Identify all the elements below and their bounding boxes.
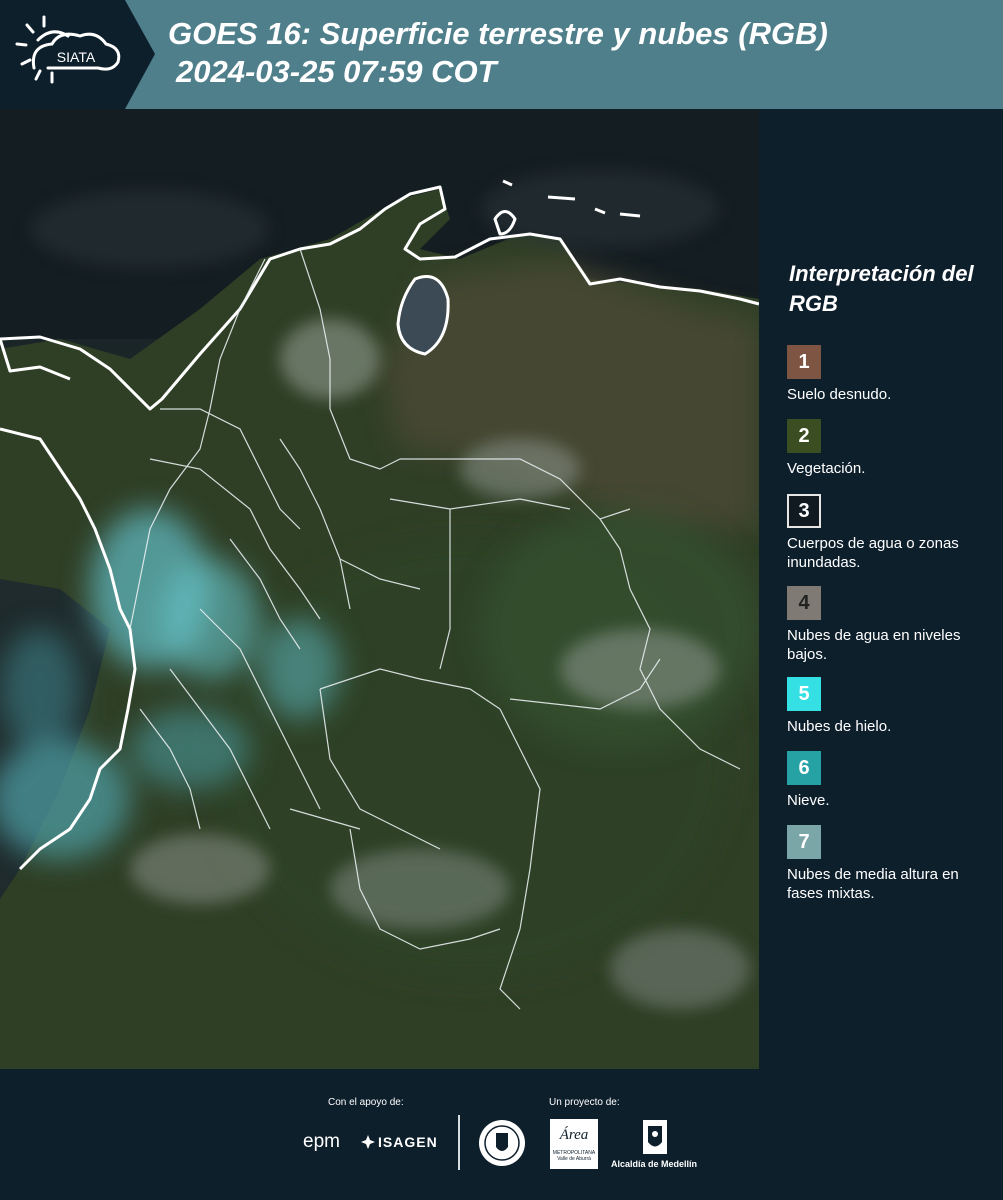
legend-swatch: 7 (787, 825, 821, 859)
footer: Con el apoyo de: Un proyecto de: epm ISA… (0, 1069, 1003, 1200)
area-metropolitana-logo: Área METROPOLITANA Valle de Aburrá (550, 1119, 598, 1169)
sun-cloud-icon: SIATA (15, 15, 121, 84)
legend-label: Nieve. (787, 792, 830, 809)
epm-logo: epm (303, 1131, 340, 1152)
isagen-logo: ISAGEN (378, 1134, 438, 1150)
project-label: Un proyecto de: (549, 1097, 620, 1108)
legend-item-snow: 6 Nieve. (787, 751, 987, 810)
legend-title: Interpretación del RGB (789, 261, 974, 316)
legend-item-bare-soil: 1 Suelo desnudo. (787, 345, 987, 404)
legend-swatch: 4 (787, 586, 821, 620)
page-title: GOES 16: Superficie terrestre y nubes (R… (168, 16, 828, 51)
legend-label: Suelo desnudo. (787, 386, 892, 403)
legend-swatch: 5 (787, 677, 821, 711)
svg-text:SIATA: SIATA (57, 49, 96, 65)
legend-item-water-bodies: 3 Cuerpos de agua o zonas inundadas. (787, 494, 987, 572)
legend-swatch: 1 (787, 345, 821, 379)
legend-label: Cuerpos de agua o zonas inundadas. (787, 535, 959, 571)
legend-label: Nubes de hielo. (787, 718, 892, 735)
legend-item-mixed-clouds: 7 Nubes de media altura en fases mixtas. (787, 825, 987, 903)
legend-swatch: 2 (787, 419, 821, 453)
siata-logo: SIATA (0, 0, 155, 109)
support-label: Con el apoyo de: (328, 1097, 404, 1108)
divider (458, 1115, 460, 1170)
legend-item-low-clouds: 4 Nubes de agua en niveles bajos. (787, 586, 987, 664)
university-seal-icon (478, 1119, 526, 1172)
timestamp: 2024-03-25 07:59 COT (176, 54, 497, 89)
header-bar: SIATA GOES 16: Superficie terrestre y nu… (0, 0, 1003, 109)
legend-item-vegetation: 2 Vegetación. (787, 419, 987, 478)
satellite-map (0, 109, 759, 1069)
medellin-shield-icon (641, 1118, 669, 1161)
legend-swatch: 3 (787, 494, 821, 528)
alcaldia-medellin-label: Alcaldía de Medellín (611, 1159, 698, 1169)
rgb-composite-image (0, 109, 759, 1069)
legend-label: Vegetación. (787, 460, 866, 477)
legend-swatch: 6 (787, 751, 821, 785)
legend-panel: Interpretación del RGB 1 Suelo desnudo. … (759, 109, 1003, 1069)
legend-item-ice-clouds: 5 Nubes de hielo. (787, 677, 987, 736)
legend-label: Nubes de agua en niveles bajos. (787, 627, 961, 663)
isagen-icon (361, 1135, 375, 1149)
legend-label: Nubes de media altura en fases mixtas. (787, 866, 959, 902)
